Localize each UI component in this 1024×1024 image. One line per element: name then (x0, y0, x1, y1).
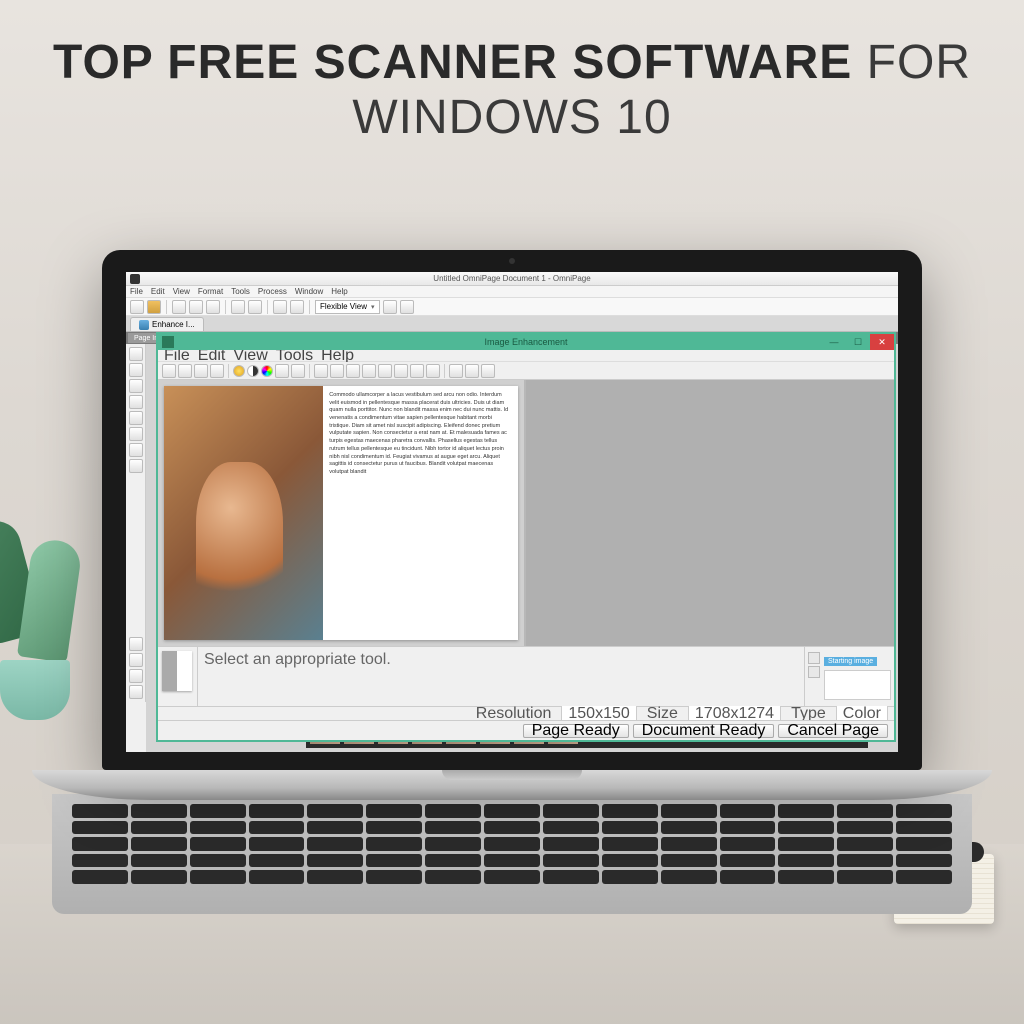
print-icon[interactable] (172, 300, 186, 314)
hero-title-bold: TOP FREE SCANNER SOFTWARE (53, 36, 852, 89)
history-thumbnail[interactable] (824, 670, 891, 700)
document-ready-button[interactable]: Document Ready (633, 724, 775, 738)
new-icon[interactable] (130, 300, 144, 314)
gear-icon[interactable] (383, 300, 397, 314)
contrast-icon[interactable] (247, 365, 259, 377)
fill-icon[interactable] (394, 364, 408, 378)
image-icon (139, 320, 149, 330)
history-undo-icon[interactable] (808, 652, 820, 664)
hero-title: TOP FREE SCANNER SOFTWARE FOR WINDOWS 10 (0, 0, 1024, 145)
table-icon[interactable] (129, 395, 143, 409)
graphic-zone-icon[interactable] (129, 427, 143, 441)
load-icon[interactable] (465, 364, 479, 378)
zoom-in-icon[interactable] (273, 300, 287, 314)
hint-area: Select an appropriate tool. (198, 647, 804, 706)
zoom-out-icon[interactable] (290, 300, 304, 314)
zone-icon[interactable] (129, 379, 143, 393)
menu-help[interactable]: Help (331, 287, 347, 296)
text-zone-icon[interactable] (129, 411, 143, 425)
main-menubar: File Edit View Format Tools Process Wind… (126, 286, 898, 298)
3d-deskew-icon[interactable] (330, 364, 344, 378)
menu-view[interactable]: View (173, 287, 190, 296)
view-mode-label: Flexible View (320, 302, 367, 311)
original-image-pane[interactable]: Commodo ullamcorper a lacus vestibulum s… (158, 380, 526, 646)
help-icon[interactable] (400, 300, 414, 314)
rotate-left-icon[interactable] (275, 364, 289, 378)
image-enhancement-dialog: Image Enhancement — ☐ ✕ File Edit View T… (156, 332, 896, 742)
main-toolbar: Flexible View (126, 298, 898, 316)
form-zone-icon[interactable] (129, 443, 143, 457)
rotate-right-icon[interactable] (291, 364, 305, 378)
select-icon[interactable] (129, 363, 143, 377)
dialog-button-row: Page Ready Document Ready Cancel Page (158, 720, 894, 740)
hint-text: Select an appropriate tool. (204, 651, 391, 668)
hue-icon[interactable] (261, 365, 273, 377)
tab-enhance[interactable]: Enhance I... (130, 317, 204, 331)
resolution-icon[interactable] (410, 364, 424, 378)
scanned-photo (164, 386, 323, 640)
view-mode-dropdown[interactable]: Flexible View (315, 300, 380, 314)
maximize-icon[interactable]: ☐ (846, 334, 870, 350)
main-title-text: Untitled OmniPage Document 1 - OmniPage (433, 274, 590, 283)
zoom-tool-icon[interactable] (178, 364, 192, 378)
document-tabbar: Enhance I... (126, 316, 898, 332)
pan-tool-icon[interactable] (194, 364, 208, 378)
pointer-tool-icon[interactable] (162, 364, 176, 378)
result-image-pane[interactable] (526, 380, 894, 646)
deskew-icon[interactable] (129, 685, 143, 699)
tab-label: Enhance I... (152, 320, 195, 329)
scanned-text-block: Commodo ullamcorper a lacus vestibulum s… (323, 386, 518, 640)
history-redo-icon[interactable] (808, 666, 820, 678)
dialog-statusbar: Resolution 150x150 Size 1708x1274 Type C… (158, 706, 894, 720)
scan-icon[interactable] (189, 300, 203, 314)
dialog-titlebar[interactable]: Image Enhancement — ☐ ✕ (158, 334, 894, 350)
dialog-menubar: File Edit View Tools Help (158, 350, 894, 362)
dialog-toolbar (158, 362, 894, 380)
dialog-app-icon (162, 336, 174, 348)
menu-file[interactable]: File (130, 287, 143, 296)
menu-window[interactable]: Window (295, 287, 323, 296)
mail-icon[interactable] (206, 300, 220, 314)
menu-process[interactable]: Process (258, 287, 287, 296)
app-icon (130, 274, 140, 284)
history-step-label[interactable]: Starting image (824, 657, 877, 666)
clean-icon[interactable] (362, 364, 376, 378)
open-icon[interactable] (147, 300, 161, 314)
laptop-keyboard (52, 794, 972, 914)
menu-edit[interactable]: Edit (151, 287, 165, 296)
close-icon[interactable]: ✕ (870, 334, 894, 350)
laptop: Untitled OmniPage Document 1 - OmniPage … (102, 250, 922, 914)
history-panel: Starting image (804, 647, 894, 706)
crop-tool-icon[interactable] (210, 364, 224, 378)
redo-icon[interactable] (248, 300, 262, 314)
crop-icon[interactable] (129, 669, 143, 683)
desk-plant (0, 520, 90, 720)
left-tool-palette (126, 344, 146, 702)
brightness-icon[interactable] (233, 365, 245, 377)
document-page: Commodo ullamcorper a lacus vestibulum s… (164, 386, 518, 640)
page-thumbnail-mini[interactable] (162, 651, 192, 691)
reset-icon[interactable] (481, 364, 495, 378)
menu-tools[interactable]: Tools (231, 287, 250, 296)
page-ready-button[interactable]: Page Ready (523, 724, 629, 738)
cancel-page-button[interactable]: Cancel Page (778, 724, 888, 738)
ignore-zone-icon[interactable] (129, 459, 143, 473)
save-icon[interactable] (449, 364, 463, 378)
pointer-icon[interactable] (129, 347, 143, 361)
rotate-icon[interactable] (129, 637, 143, 651)
main-titlebar: Untitled OmniPage Document 1 - OmniPage (126, 272, 898, 286)
menu-format[interactable]: Format (198, 287, 223, 296)
flip-icon[interactable] (129, 653, 143, 667)
despeckle-icon[interactable] (346, 364, 360, 378)
page-thumbnail-panel (158, 647, 198, 706)
undo-icon[interactable] (231, 300, 245, 314)
deskew-tool-icon[interactable] (314, 364, 328, 378)
minimize-icon[interactable]: — (822, 334, 846, 350)
erase-icon[interactable] (378, 364, 392, 378)
invert-icon[interactable] (426, 364, 440, 378)
dialog-title: Image Enhancement (484, 337, 567, 347)
